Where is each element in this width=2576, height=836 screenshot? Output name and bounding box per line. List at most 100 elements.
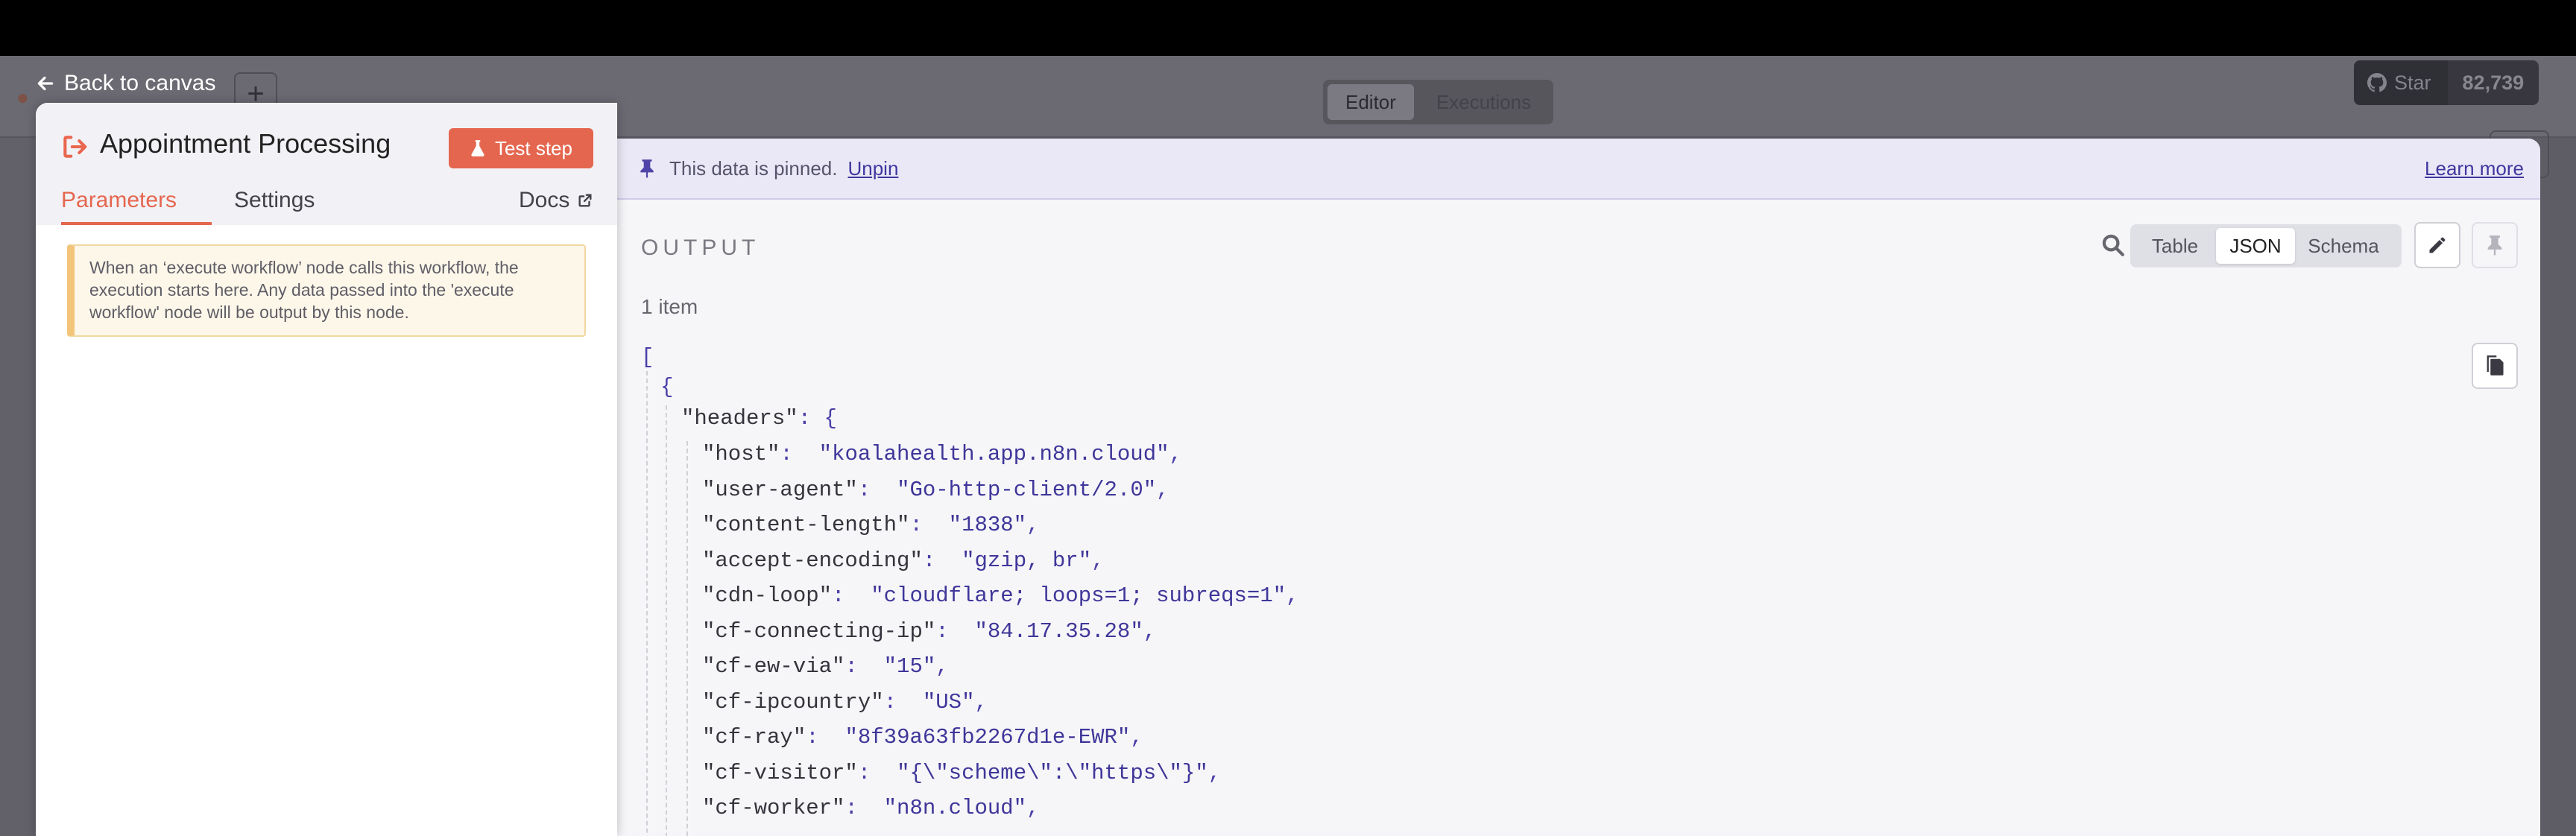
json-comma: , bbox=[1208, 760, 1222, 785]
json-colon-brace: : { bbox=[798, 406, 837, 431]
json-comma: , bbox=[1143, 618, 1157, 644]
external-link-icon bbox=[578, 194, 592, 207]
json-row: "cf-connecting-ip": "84.17.35.28", bbox=[702, 614, 1156, 650]
back-to-canvas-link[interactable]: Back to canvas bbox=[36, 71, 215, 96]
json-value[interactable]: "1838" bbox=[949, 513, 1026, 537]
tab-docs[interactable]: Docs bbox=[519, 188, 593, 213]
indent-guide bbox=[686, 441, 688, 836]
docs-label: Docs bbox=[519, 188, 570, 212]
pencil-icon bbox=[2429, 237, 2446, 253]
github-star-button[interactable]: Star 82,739 bbox=[2354, 60, 2539, 105]
node-details-view: Appointment Processing Test step Paramet… bbox=[36, 103, 2540, 836]
back-to-canvas-label: Back to canvas bbox=[64, 71, 216, 95]
json-row: "host": "koalahealth.app.n8n.cloud", bbox=[702, 437, 1182, 472]
json-key: "accept-encoding" bbox=[702, 548, 923, 573]
json-key: "host" bbox=[702, 442, 780, 466]
json-key: "cf-ray" bbox=[702, 725, 806, 750]
parameters-panel: Appointment Processing Test step Paramet… bbox=[36, 103, 617, 836]
node-edge-icon: ● bbox=[16, 86, 29, 109]
flask-icon bbox=[471, 140, 484, 156]
arrow-left-icon bbox=[37, 76, 54, 91]
json-comma: , bbox=[1091, 548, 1105, 573]
json-value[interactable]: "{\"scheme\":\"https\"}" bbox=[897, 761, 1208, 785]
json-colon: : bbox=[857, 477, 897, 502]
json-colon: : bbox=[845, 796, 884, 820]
json-value[interactable]: "US" bbox=[923, 690, 975, 715]
json-colon: : bbox=[806, 725, 845, 750]
github-star-label-wrap: Star bbox=[2354, 60, 2448, 105]
pin-icon bbox=[640, 159, 654, 178]
json-row: "cdn-loop": "cloudflare; loops=1; subreq… bbox=[702, 578, 1299, 614]
json-colon: : bbox=[883, 689, 923, 715]
test-step-button[interactable]: Test step bbox=[449, 128, 593, 168]
json-comma: , bbox=[1169, 442, 1182, 466]
edit-output-button[interactable] bbox=[2414, 222, 2460, 268]
learn-more-link[interactable]: Learn more bbox=[2425, 157, 2524, 180]
json-row: "accept-encoding": "gzip, br", bbox=[702, 543, 1105, 579]
github-star-count: 82,739 bbox=[2447, 60, 2539, 105]
json-key: "cf-visitor" bbox=[702, 760, 858, 785]
json-row: "cf-ew-via": "15", bbox=[702, 649, 949, 685]
top-black-bar bbox=[0, 0, 2576, 56]
json-view-button[interactable]: JSON bbox=[2216, 228, 2295, 264]
json-value[interactable]: "84.17.35.28" bbox=[974, 619, 1143, 644]
item-count: 1 item bbox=[641, 295, 698, 318]
json-comma: , bbox=[1286, 583, 1299, 608]
json-key: "content-length" bbox=[702, 513, 910, 537]
trigger-info-notice: When an ‘execute workflow’ node calls th… bbox=[67, 244, 586, 337]
json-colon: : bbox=[845, 654, 884, 679]
json-row: "content-length": "1838", bbox=[702, 507, 1040, 543]
tab-parameters[interactable]: Parameters bbox=[61, 188, 212, 225]
json-colon: : bbox=[909, 513, 949, 537]
json-comma: , bbox=[1026, 796, 1040, 820]
json-value[interactable]: "gzip, br" bbox=[962, 548, 1091, 573]
json-key: "cf-worker" bbox=[702, 796, 845, 820]
json-open-bracket: [ bbox=[641, 345, 654, 370]
json-colon: : bbox=[935, 618, 975, 644]
pinned-text: This data is pinned. bbox=[669, 156, 838, 180]
json-value[interactable]: "cloudflare; loops=1; subreqs=1" bbox=[871, 583, 1286, 608]
json-open-brace: { bbox=[660, 375, 674, 399]
json-row: "cf-worker": "n8n.cloud", bbox=[702, 791, 1040, 826]
github-star-label: Star bbox=[2394, 71, 2431, 94]
canvas-left-strip bbox=[0, 138, 37, 836]
json-value[interactable]: "koalahealth.app.n8n.cloud" bbox=[819, 442, 1169, 466]
json-comma: , bbox=[1026, 513, 1040, 537]
output-label: OUTPUT bbox=[641, 235, 760, 260]
copy-output-button[interactable] bbox=[2472, 343, 2518, 389]
unpin-link[interactable]: Unpin bbox=[847, 157, 898, 180]
json-colon: : bbox=[922, 548, 962, 573]
github-icon bbox=[2367, 73, 2387, 92]
json-row: "cf-ray": "8f39a63fb2267d1e-EWR", bbox=[702, 720, 1143, 756]
schema-view-button[interactable]: Schema bbox=[2295, 228, 2392, 264]
json-key: "user-agent" bbox=[702, 477, 858, 502]
display-mode-toggle: Table JSON Schema bbox=[2130, 224, 2402, 267]
json-row: "cf-ipcountry": "US", bbox=[702, 685, 988, 721]
indent-guide bbox=[666, 405, 667, 836]
json-colon: : bbox=[780, 442, 819, 466]
json-colon: : bbox=[857, 760, 897, 785]
json-headers-line: "headers": { bbox=[681, 401, 837, 437]
json-key: "cf-ew-via" bbox=[702, 654, 845, 679]
json-value[interactable]: "8f39a63fb2267d1e-EWR" bbox=[845, 725, 1130, 750]
table-view-button[interactable]: Table bbox=[2134, 228, 2216, 264]
json-row: "cf-visitor": "{\"scheme\":\"https\"}", bbox=[702, 756, 1221, 791]
json-comma: , bbox=[1156, 477, 1169, 502]
pin-output-button[interactable] bbox=[2472, 222, 2518, 268]
json-value[interactable]: "15" bbox=[884, 654, 936, 679]
output-panel: This data is pinned. Unpin Learn more OU… bbox=[617, 139, 2540, 836]
tab-settings[interactable]: Settings bbox=[234, 188, 315, 213]
node-header: Appointment Processing Test step Paramet… bbox=[36, 103, 617, 225]
pinned-data-banner: This data is pinned. Unpin Learn more bbox=[617, 139, 2540, 200]
json-colon: : bbox=[832, 583, 871, 608]
search-icon[interactable] bbox=[2100, 232, 2126, 258]
json-comma: , bbox=[935, 654, 949, 679]
json-key: "cdn-loop" bbox=[702, 583, 833, 608]
json-key: "cf-connecting-ip" bbox=[702, 618, 936, 644]
json-comma: , bbox=[1130, 725, 1143, 750]
json-value[interactable]: "Go-http-client/2.0" bbox=[897, 478, 1156, 502]
node-title[interactable]: Appointment Processing bbox=[100, 128, 391, 159]
indent-guide bbox=[646, 371, 648, 836]
json-value[interactable]: "n8n.cloud" bbox=[884, 796, 1026, 820]
sign-out-icon bbox=[63, 136, 87, 158]
